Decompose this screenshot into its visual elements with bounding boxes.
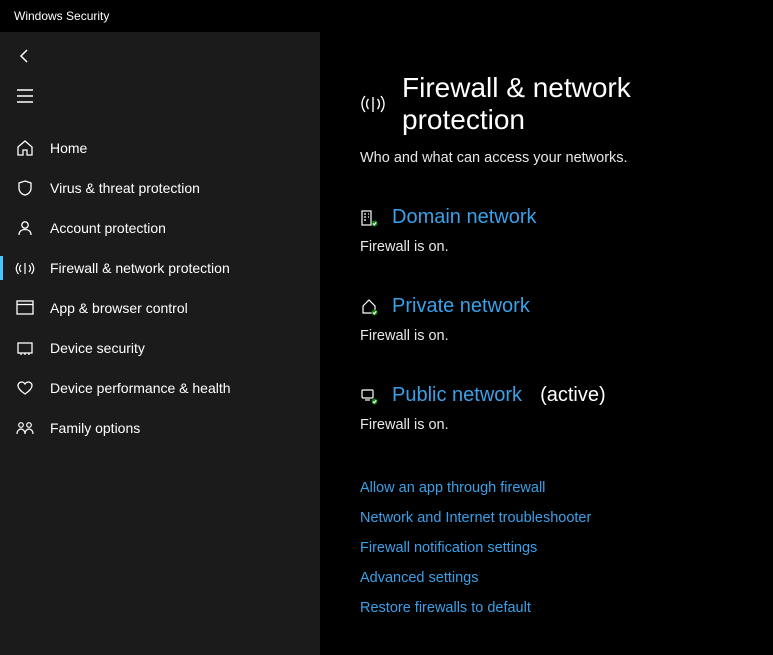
- page-subtitle: Who and what can access your networks.: [360, 150, 753, 166]
- sidebar-item-account[interactable]: Account protection: [0, 208, 320, 248]
- home-icon: [14, 139, 36, 157]
- sidebar-item-label: App & browser control: [50, 300, 188, 316]
- person-icon: [14, 219, 36, 237]
- building-network-icon: [360, 208, 380, 228]
- home-network-icon: [360, 297, 380, 317]
- restore-defaults-link[interactable]: Restore firewalls to default: [360, 593, 753, 623]
- hamburger-icon: [14, 89, 36, 103]
- sidebar-item-label: Virus & threat protection: [50, 180, 200, 196]
- sidebar-item-health[interactable]: Device performance & health: [0, 368, 320, 408]
- sidebar-item-label: Home: [50, 140, 87, 156]
- domain-network-link: Domain network: [392, 206, 537, 229]
- family-icon: [14, 420, 36, 436]
- domain-network-status: Firewall is on.: [360, 239, 753, 255]
- sidebar-item-family[interactable]: Family options: [0, 408, 320, 448]
- chip-icon: [14, 340, 36, 356]
- notification-settings-link[interactable]: Firewall notification settings: [360, 533, 753, 563]
- public-network-section[interactable]: Public network (active) Firewall is on.: [360, 384, 753, 433]
- public-network-status: Firewall is on.: [360, 417, 753, 433]
- sidebar-item-label: Device security: [50, 340, 145, 356]
- sidebar-item-devicesec[interactable]: Device security: [0, 328, 320, 368]
- network-transmit-icon: [360, 91, 386, 117]
- sidebar: Home Virus & threat protection Account p…: [0, 32, 320, 655]
- heart-icon: [14, 380, 36, 396]
- advanced-settings-link[interactable]: Advanced settings: [360, 563, 753, 593]
- private-network-section[interactable]: Private network Firewall is on.: [360, 295, 753, 344]
- window-title: Windows Security: [14, 9, 109, 23]
- public-network-icon: [360, 386, 380, 406]
- sidebar-item-firewall[interactable]: Firewall & network protection: [0, 248, 320, 288]
- public-network-link: Public network: [392, 384, 522, 407]
- private-network-link: Private network: [392, 295, 530, 318]
- private-network-status: Firewall is on.: [360, 328, 753, 344]
- sidebar-item-virus[interactable]: Virus & threat protection: [0, 168, 320, 208]
- allow-app-link[interactable]: Allow an app through firewall: [360, 473, 753, 503]
- hamburger-button[interactable]: [0, 76, 320, 116]
- title-bar: Windows Security: [0, 0, 773, 32]
- sidebar-item-home[interactable]: Home: [0, 128, 320, 168]
- window-icon: [14, 300, 36, 316]
- settings-links: Allow an app through firewall Network an…: [360, 473, 753, 623]
- main-content: Firewall & network protection Who and wh…: [320, 32, 773, 655]
- public-network-active-label: (active): [540, 384, 606, 407]
- back-arrow-icon: [14, 48, 36, 64]
- sidebar-item-label: Family options: [50, 420, 140, 436]
- back-button[interactable]: [0, 36, 320, 76]
- sidebar-item-appbrowser[interactable]: App & browser control: [0, 288, 320, 328]
- network-transmit-icon: [14, 259, 36, 277]
- sidebar-item-label: Device performance & health: [50, 380, 231, 396]
- shield-icon: [14, 179, 36, 197]
- sidebar-item-label: Firewall & network protection: [50, 260, 230, 276]
- domain-network-section[interactable]: Domain network Firewall is on.: [360, 206, 753, 255]
- page-title: Firewall & network protection: [402, 72, 753, 136]
- page-title-row: Firewall & network protection: [360, 72, 753, 136]
- sidebar-item-label: Account protection: [50, 220, 166, 236]
- troubleshooter-link[interactable]: Network and Internet troubleshooter: [360, 503, 753, 533]
